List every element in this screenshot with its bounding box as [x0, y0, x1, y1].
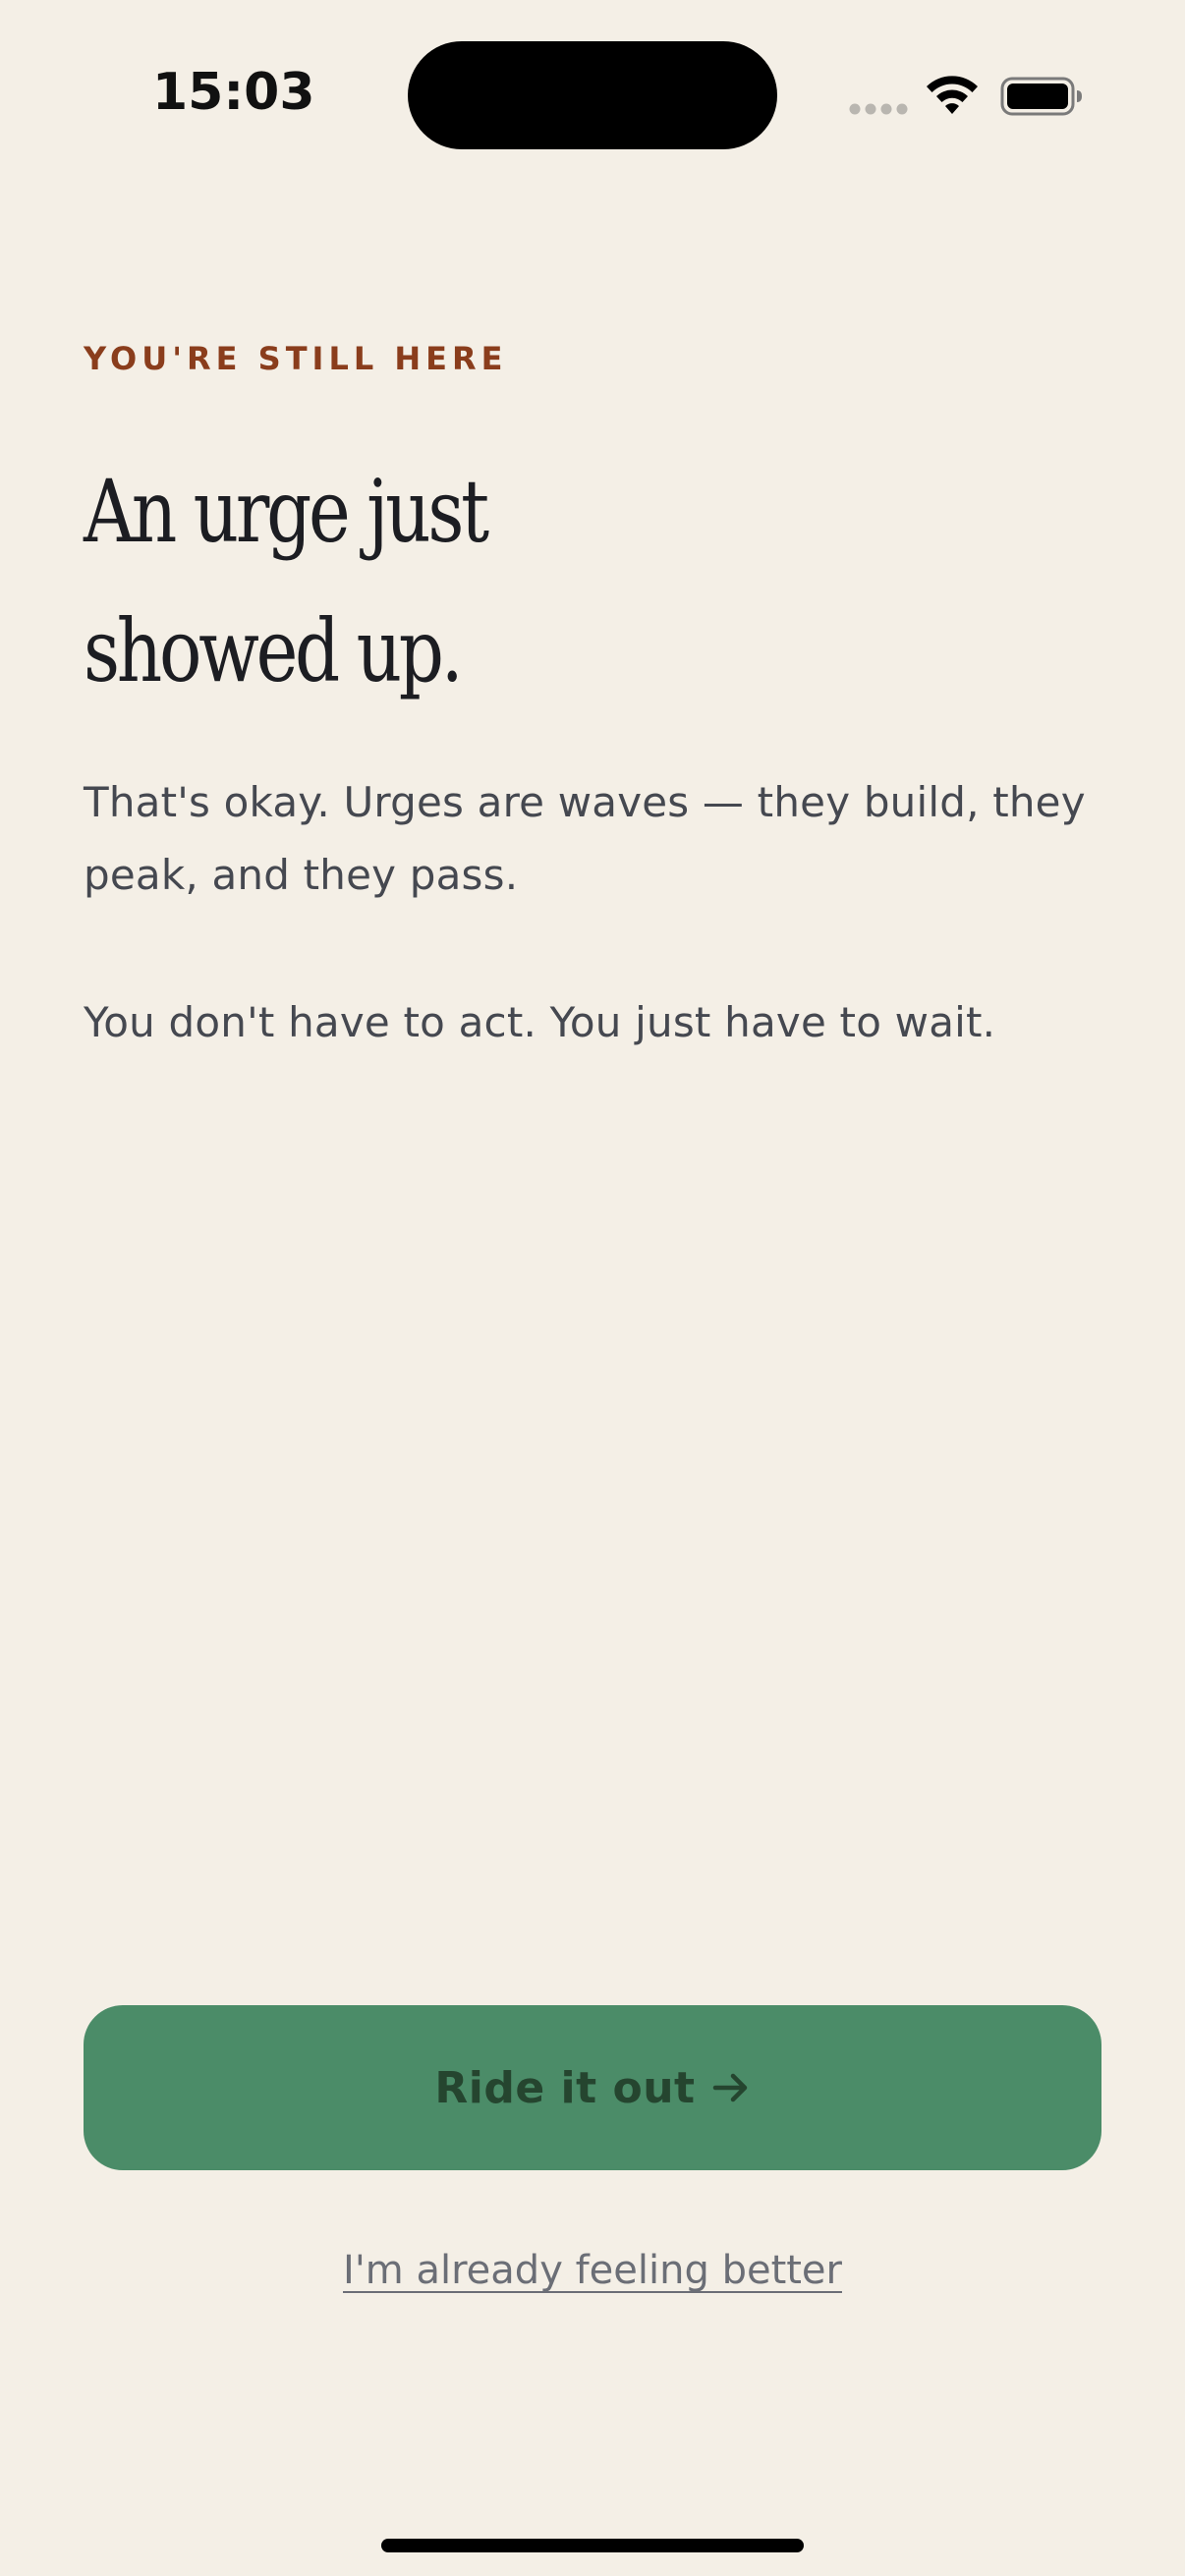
- already-feeling-better-link[interactable]: I'm already feeling better: [0, 2248, 1185, 2293]
- status-bar: 15:03: [0, 0, 1185, 196]
- ride-it-out-button[interactable]: Ride it out: [84, 2005, 1101, 2170]
- battery-icon: [1000, 77, 1082, 116]
- status-time: 15:03: [152, 63, 315, 122]
- body-paragraph-1: That's okay. Urges are waves — they buil…: [84, 778, 1086, 899]
- home-indicator[interactable]: [381, 2539, 804, 2552]
- dynamic-island: [408, 41, 777, 149]
- ride-it-out-label: Ride it out: [434, 2062, 696, 2113]
- arrow-right-icon: [712, 2073, 747, 2102]
- headline-line-2: showed up.: [84, 600, 464, 701]
- body-paragraph-2: You don't have to act. You just have to …: [84, 998, 996, 1046]
- eyebrow-label: YOU'RE STILL HERE: [84, 340, 508, 377]
- signal-dots-icon: [849, 103, 908, 115]
- headline-line-1: An urge just: [84, 461, 489, 562]
- wifi-icon: [927, 76, 978, 114]
- page-title: An urge just showed up.: [84, 442, 728, 721]
